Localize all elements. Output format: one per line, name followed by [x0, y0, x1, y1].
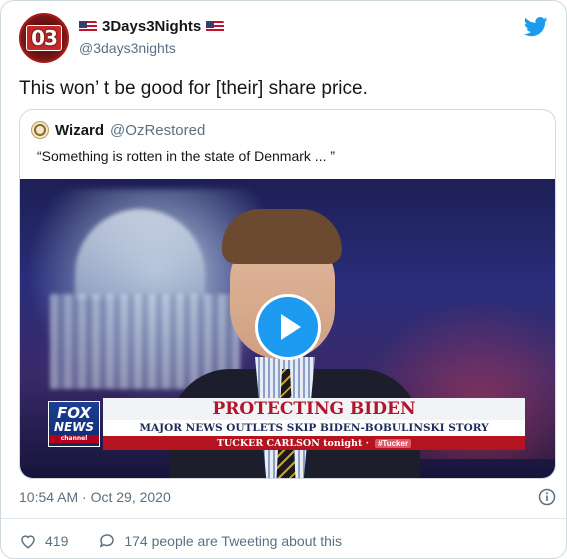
quoted-author-handle: @OzRestored [110, 121, 206, 139]
fox-news-logo: FOX NEWS channel [48, 401, 100, 447]
us-flag-icon [79, 20, 97, 33]
chyron-title: PROTECTING BIDEN [103, 398, 525, 420]
news-chyron: FOX NEWS channel PROTECTING BIDEN MAJOR … [48, 398, 528, 452]
like-count: 419 [45, 533, 69, 549]
quoted-author-name: Wizard [55, 121, 105, 139]
divider [1, 518, 566, 519]
video-player[interactable]: FOX NEWS channel PROTECTING BIDEN MAJOR … [20, 179, 555, 478]
avatar-text: 03 [26, 25, 62, 51]
conversation-link[interactable]: 174 people are Tweeting about this [98, 532, 342, 550]
quoted-tweet[interactable]: Wizard @OzRestored “Something is rotten … [19, 109, 556, 479]
chyron-show: TUCKER CARLSON tonight · [216, 437, 369, 449]
author-handle[interactable]: @3days3nights [79, 40, 176, 56]
like-button[interactable]: 419 [19, 532, 68, 550]
author-avatar[interactable]: 03 [19, 13, 69, 63]
author-display-name: 3Days3Nights [102, 18, 202, 35]
chyron-hashtag: #Tucker [374, 438, 412, 448]
quoted-tweet-text: “Something is rotten in the state of Den… [37, 148, 336, 164]
chyron-subtitle: MAJOR NEWS OUTLETS SKIP BIDEN-BOBULINSKI… [103, 420, 525, 436]
quoted-author-avatar [31, 121, 49, 139]
author-name-row[interactable]: 3Days3Nights [79, 18, 225, 35]
reply-icon [100, 534, 115, 548]
play-icon[interactable] [255, 294, 321, 360]
conversation-text: 174 people are Tweeting about this [124, 533, 343, 549]
heart-icon [21, 535, 35, 549]
tweet-timestamp[interactable]: 10:54 AM · Oct 29, 2020 [19, 489, 171, 505]
chyron-show-bar: TUCKER CARLSON tonight · #Tucker [103, 436, 525, 450]
quoted-author-row: Wizard @OzRestored [31, 121, 205, 139]
tweet-actions: 419 174 people are Tweeting about this [19, 532, 372, 550]
info-icon[interactable] [538, 488, 556, 506]
twitter-bird-icon[interactable] [524, 17, 548, 37]
us-flag-icon [206, 20, 225, 33]
tweet-card: 03 3Days3Nights @3days3nights This won’ … [0, 0, 567, 559]
tweet-text: This won’ t be good for [their] share pr… [19, 78, 368, 99]
